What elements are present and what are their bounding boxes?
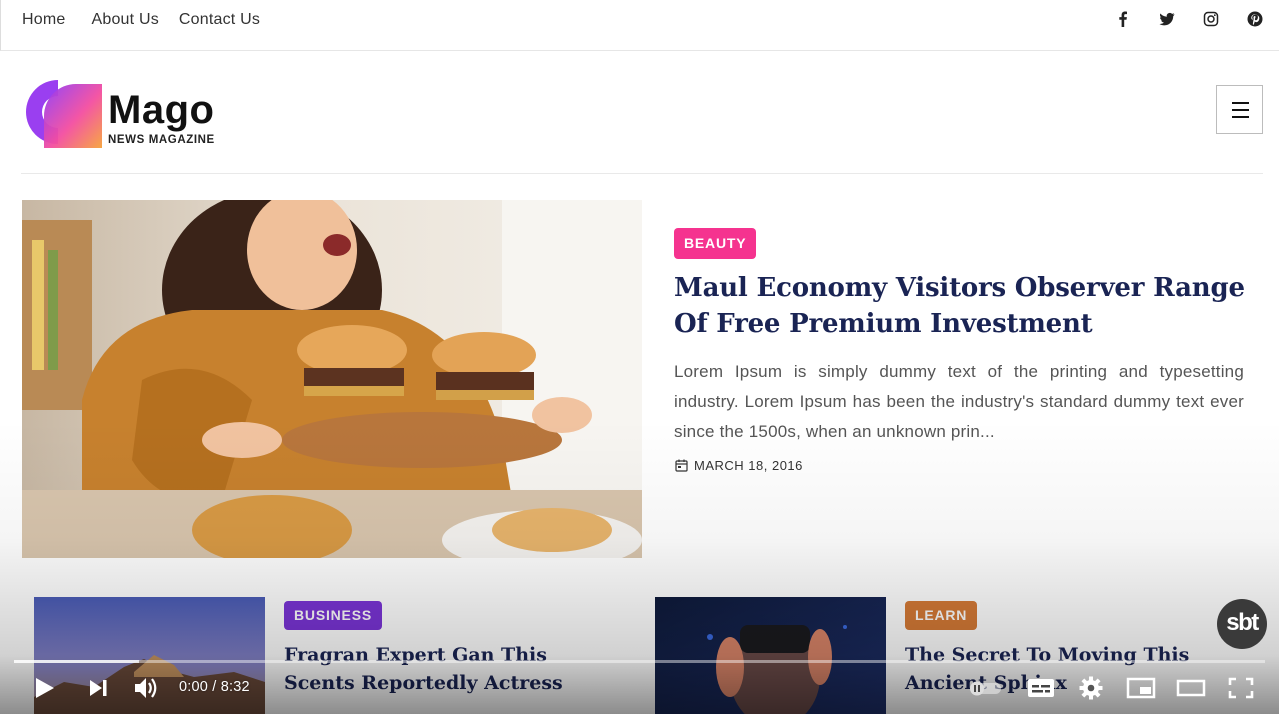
logo-mark-icon	[26, 80, 102, 148]
video-time-display: 0:00 / 8:32	[179, 679, 250, 695]
volume-button[interactable]	[133, 672, 161, 704]
next-icon	[90, 680, 107, 696]
miniplayer-icon	[1126, 677, 1156, 699]
theater-mode-button[interactable]	[1175, 672, 1207, 704]
pinterest-icon[interactable]	[1247, 11, 1265, 29]
gear-icon	[1079, 676, 1103, 700]
fullscreen-button[interactable]	[1226, 672, 1256, 704]
site-header: Mago NEWS MAGAZINE	[21, 52, 1263, 174]
autoplay-toggle[interactable]	[969, 672, 1003, 704]
theater-mode-icon	[1176, 679, 1206, 697]
hamburger-menu-button[interactable]	[1216, 85, 1263, 134]
nav-link-contact-us[interactable]: Contact Us	[179, 11, 260, 29]
nav-link-about-us[interactable]: About Us	[91, 11, 158, 29]
subtitles-button[interactable]	[1026, 672, 1056, 704]
top-bar: Home About Us Contact Us	[0, 0, 1279, 51]
subtitles-icon	[1028, 679, 1054, 697]
volume-icon	[135, 678, 157, 698]
channel-watermark[interactable]: sbt	[1217, 599, 1267, 649]
settings-button[interactable]	[1077, 672, 1105, 704]
card-title-business[interactable]: Fragran Expert Gan This Scents Reportedl…	[284, 641, 624, 697]
instagram-icon[interactable]	[1203, 11, 1221, 29]
miniplayer-button[interactable]	[1125, 672, 1157, 704]
category-badge-beauty[interactable]: BEAUTY	[674, 228, 757, 259]
hamburger-line	[1232, 109, 1249, 111]
logo-tagline: NEWS MAGAZINE	[108, 134, 215, 146]
calendar-icon	[675, 459, 688, 472]
facebook-icon[interactable]	[1115, 11, 1133, 29]
nav-link-home[interactable]: Home	[22, 11, 65, 29]
card-image-learn[interactable]	[655, 597, 886, 714]
category-badge-business[interactable]: BUSINESS	[284, 601, 382, 630]
feature-date-text: MARCH 18, 2016	[694, 458, 803, 473]
social-links	[1089, 11, 1265, 29]
next-button[interactable]	[88, 672, 110, 704]
play-button[interactable]	[34, 672, 56, 704]
hamburger-line	[1232, 102, 1249, 104]
feature-title[interactable]: Maul Economy Visitors Observer Range Of …	[674, 270, 1254, 342]
fullscreen-icon	[1228, 677, 1254, 699]
feature-excerpt: Lorem Ipsum is simply dummy text of the …	[674, 362, 1244, 441]
category-badge-learn[interactable]: LEARN	[905, 601, 978, 630]
twitter-icon[interactable]	[1159, 11, 1177, 29]
top-nav: Home About Us Contact Us	[22, 11, 286, 29]
autoplay-toggle-icon	[970, 681, 1001, 696]
feature-image[interactable]	[22, 200, 642, 558]
buffered-progress	[14, 660, 140, 663]
site-logo[interactable]: Mago NEWS MAGAZINE	[24, 76, 234, 156]
logo-title: Mago	[108, 88, 215, 132]
feature-date: MARCH 18, 2016	[675, 458, 803, 473]
play-icon	[36, 678, 54, 698]
video-progress-bar[interactable]	[14, 660, 1265, 663]
hamburger-line	[1232, 116, 1249, 118]
